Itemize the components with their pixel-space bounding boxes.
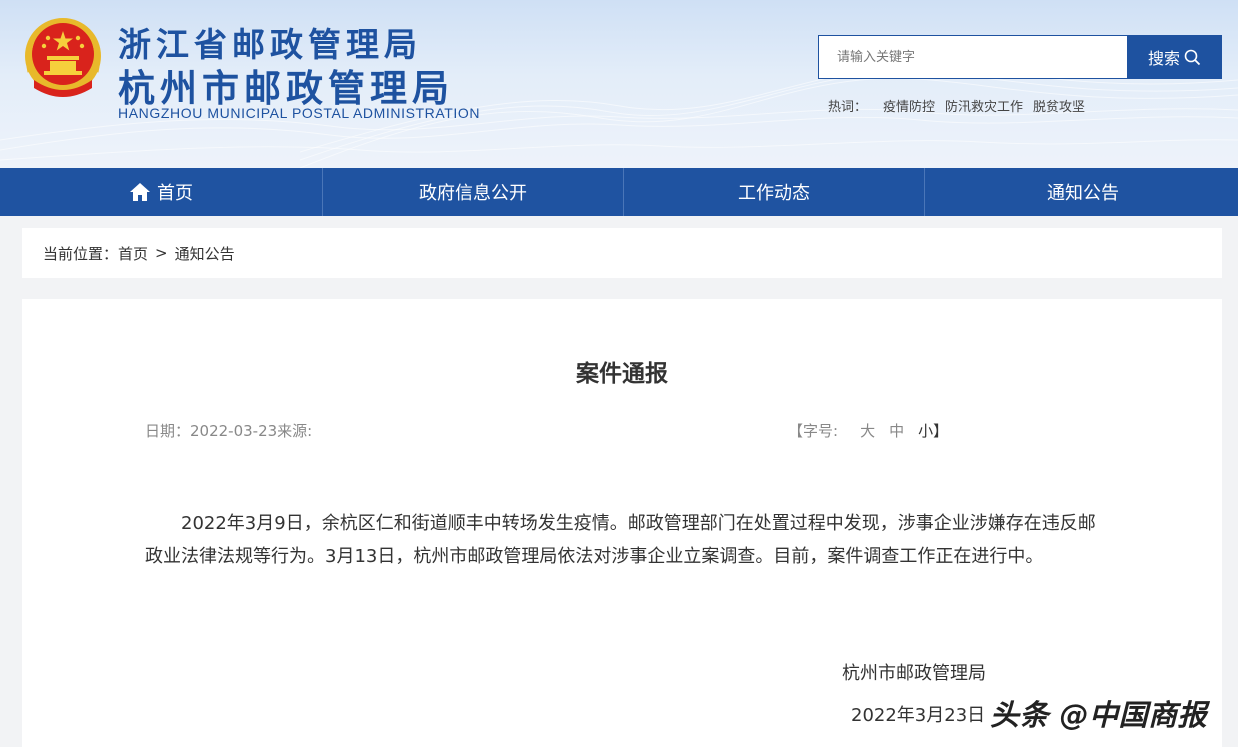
font-size-switcher: 【字号: 大 中 小】 (788, 420, 948, 441)
search-button[interactable]: 搜索 (1127, 35, 1222, 79)
nav-item-home[interactable]: 首页 (0, 168, 323, 216)
font-size-label: 【字号: (788, 422, 839, 440)
search-input[interactable] (818, 35, 1128, 79)
search-button-label: 搜索 (1147, 49, 1180, 68)
site-header: 浙江省邮政管理局 杭州市邮政管理局 HANGZHOU MUNICIPAL POS… (0, 0, 1238, 168)
hotwords-bar: 热词： 疫情防控 防汛救灾工作 脱贫攻坚 (828, 96, 1085, 115)
article-panel: 案件通报 日期：2022-03-23来源: 【字号: 大 中 小】 2022年3… (22, 299, 1222, 747)
article-title: 案件通报 (576, 361, 668, 387)
nav-item-notices[interactable]: 通知公告 (925, 168, 1238, 216)
font-size-large[interactable]: 大 (860, 420, 875, 441)
hotword-flood[interactable]: 防汛救灾工作 (945, 96, 1023, 115)
breadcrumb-separator: > (155, 244, 168, 262)
nav-item-label: 工作动态 (738, 183, 810, 204)
nav-item-label: 首页 (157, 183, 193, 204)
breadcrumb-prefix: 当前位置： (43, 244, 119, 263)
watermark: 头条 @中国商报 (990, 698, 1208, 732)
font-size-medium[interactable]: 中 (889, 420, 904, 441)
article-body: 2022年3月9日，余杭区仁和街道顺丰中转场发生疫情。邮政管理部门在处置过程中发… (145, 513, 1096, 567)
article-signature-org: 杭州市邮政管理局 (842, 663, 986, 684)
breadcrumb-home-link[interactable]: 首页 (118, 243, 148, 264)
nav-item-label: 通知公告 (1047, 183, 1119, 204)
home-icon (129, 182, 151, 202)
main-nav: 首页 政府信息公开 工作动态 通知公告 (0, 168, 1238, 216)
search-icon (1184, 49, 1201, 65)
nav-item-work-news[interactable]: 工作动态 (624, 168, 925, 216)
hotword-poverty[interactable]: 脱贫攻坚 (1033, 96, 1085, 115)
breadcrumb: 当前位置： 首页 > 通知公告 (22, 228, 1222, 278)
site-title-english: HANGZHOU MUNICIPAL POSTAL ADMINISTRATION (118, 105, 481, 121)
national-emblem-icon (25, 18, 101, 97)
nav-item-gov-info[interactable]: 政府信息公开 (323, 168, 624, 216)
breadcrumb-notices-link[interactable]: 通知公告 (175, 243, 235, 264)
article-meta-date: 日期：2022-03-23来源: (145, 422, 313, 440)
nav-item-label: 政府信息公开 (419, 183, 527, 204)
article-signature-date: 2022年3月23日 (851, 705, 986, 726)
hotword-epidemic[interactable]: 疫情防控 (883, 96, 935, 115)
font-size-small[interactable]: 小】 (918, 420, 948, 441)
site-title-city: 杭州市邮政管理局 (118, 67, 454, 110)
hotwords-label: 热词： (828, 100, 868, 115)
